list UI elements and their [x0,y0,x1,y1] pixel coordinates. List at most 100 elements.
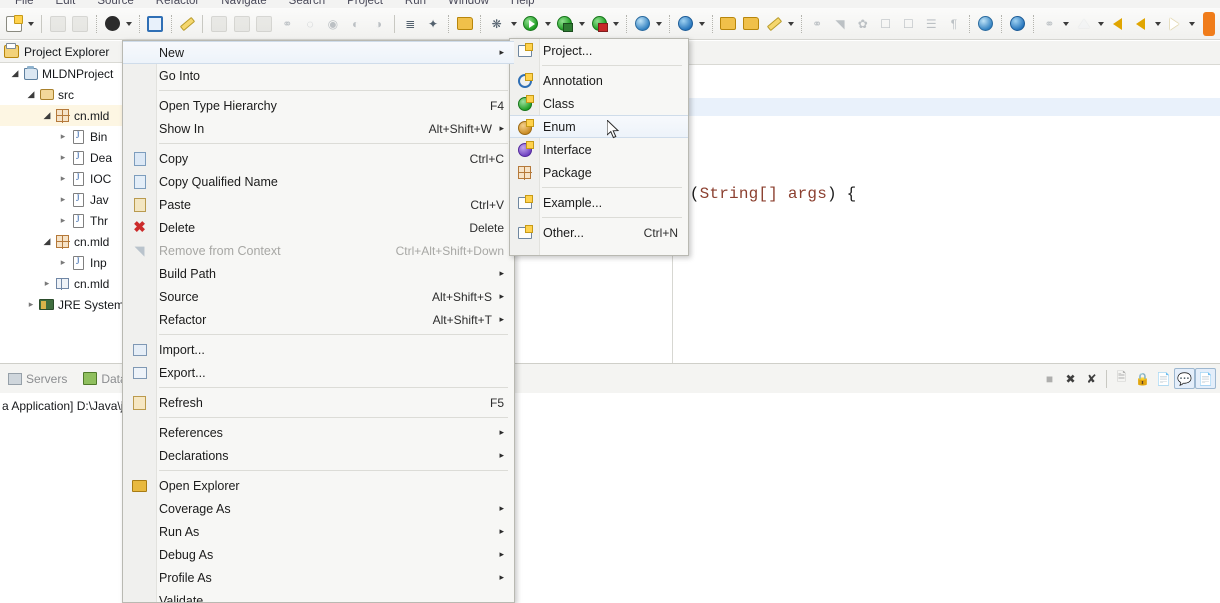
menu-item-refactor[interactable]: Refactor Alt+Shift+T ▸ [123,308,514,331]
pencil-icon[interactable] [764,13,785,35]
menubar-item-navigate[interactable]: Navigate [210,0,277,7]
remove-launch-icon[interactable]: ✖ [1060,368,1081,389]
menu-item-source[interactable]: Source Alt+Shift+S ▸ [123,285,514,308]
open-type-icon[interactable] [718,13,739,35]
menu-item-import[interactable]: Import... [123,338,514,361]
terminate-icon[interactable] [254,13,275,35]
up-arrow-icon[interactable] [1073,13,1094,35]
run-last-tool-icon[interactable]: ≣ [400,13,421,35]
debug-icon[interactable]: ❋ [486,13,507,35]
previous-annotation-icon[interactable]: ☐ [898,13,919,35]
save-doc-icon[interactable] [454,13,475,35]
search-icon[interactable] [675,13,696,35]
menubar-item-source[interactable]: Source [86,0,144,7]
menu-item-declarations[interactable]: Declarations ▸ [123,444,514,467]
tree-twisty-closed-icon[interactable] [40,278,54,289]
globe-icon[interactable] [975,13,996,35]
new-wizard-icon[interactable] [4,13,25,35]
menu-item-new[interactable]: New ▸ [123,41,514,64]
tree-twisty-open-icon[interactable] [40,236,54,247]
menu-item-refresh[interactable]: Refresh F5 [123,391,514,414]
menu-bar[interactable]: File Edit Source Refactor Navigate Search Proj… [0,0,1220,8]
show-console-on-output-icon[interactable]: 📄 [1153,368,1174,389]
menu-item-copy[interactable]: Copy Ctrl+C [123,147,514,170]
tree-twisty-closed-icon[interactable] [56,131,70,142]
back-arrow-icon[interactable] [1107,13,1128,35]
new-submenu[interactable]: Project... Annotation Class Enum Interface Pa… [509,38,689,256]
step-into-icon[interactable] [208,13,229,35]
next-annotation-icon[interactable]: ☐ [875,13,896,35]
menu-item-copy-qualified-name[interactable]: Copy Qualified Name [123,170,514,193]
clear-console-icon[interactable]: 🗎 [1111,368,1132,389]
menubar-item-refactor[interactable]: Refactor [145,0,210,7]
menu-item-debug-as[interactable]: Debug As ▸ [123,543,514,566]
tree-twisty-closed-icon[interactable] [56,215,70,226]
new-java-project-icon[interactable] [632,13,653,35]
menubar-item-edit[interactable]: Edit [45,0,87,7]
menubar-item-help[interactable]: Help [500,0,546,7]
menubar-item-run[interactable]: Run [394,0,437,7]
tree-twisty-open-icon[interactable] [8,68,22,79]
externaltools-icon[interactable]: ✦ [423,13,444,35]
console-toolbar[interactable]: ■ ✖ ✘ 🗎 🔒 📄 💬 📄 [1039,366,1216,391]
save-icon[interactable] [47,13,68,35]
forward-dropdown-icon[interactable] [1152,13,1163,35]
tree-twisty-closed-icon[interactable] [56,257,70,268]
main-toolbar[interactable]: ⚭ ◌ ◉ ◐ ◑ ≣ ✦ ❋ ⚭ ◥ ✿ ☐ ☐ ☰ ¶ ⚭ [0,8,1220,40]
console-tab-servers[interactable]: Servers [0,366,75,391]
skip-breakpoints-icon[interactable]: ◌ [300,13,321,35]
context-menu-items[interactable]: New ▸ Go Into Open Type Hierarchy F4 Show In A… [123,41,514,602]
bookmark-dropdown-icon[interactable] [1061,13,1072,35]
open-perspective-icon[interactable] [145,13,166,35]
menubar-item-file[interactable]: File [4,0,45,7]
debug-dropdown-icon[interactable] [508,13,519,35]
marker-icon[interactable]: ✿ [852,13,873,35]
menu-item-package[interactable]: Package [510,161,688,184]
menu-item-enum[interactable]: Enum [510,115,688,138]
next-dropdown-icon[interactable] [1186,13,1197,35]
menu-item-run-as[interactable]: Run As ▸ [123,520,514,543]
menubar-item-project[interactable]: Project [336,0,394,7]
perspective-bar[interactable] [1198,11,1219,36]
ruler-icon[interactable]: ◥ [830,13,851,35]
run-dropdown-icon[interactable] [542,13,553,35]
save-all-icon[interactable] [70,13,91,35]
menu-item-annotation[interactable]: Annotation [510,69,688,92]
profile-run-icon[interactable] [1007,13,1028,35]
remove-all-launches-icon[interactable]: ✘ [1081,368,1102,389]
menu-item-project[interactable]: Project... [510,39,688,62]
tree-twisty-closed-icon[interactable] [56,173,70,184]
context-menu[interactable]: New ▸ Go Into Open Type Hierarchy F4 Show In A… [122,40,515,603]
menu-item-go-into[interactable]: Go Into [123,64,514,87]
display-selected-console-icon[interactable]: 📄 [1195,368,1216,389]
disconnect-icon[interactable]: ◑ [368,13,389,35]
menu-item-coverage-as[interactable]: Coverage As ▸ [123,497,514,520]
breakpoint-icon[interactable]: ◉ [322,13,343,35]
search-dropdown-icon[interactable] [697,13,708,35]
new-submenu-items[interactable]: Project... Annotation Class Enum Interface Pa… [510,39,688,244]
tree-twisty-closed-icon[interactable] [56,194,70,205]
tree-twisty-open-icon[interactable] [40,110,54,121]
new-wizard-dropdown-icon[interactable] [26,13,37,35]
profile-icon[interactable] [589,13,610,35]
user-account-dropdown-icon[interactable] [124,13,135,35]
menubar-item-search[interactable]: Search [278,0,336,7]
menu-item-class[interactable]: Class [510,92,688,115]
annotation-icon[interactable]: ⚭ [807,13,828,35]
step-over-icon[interactable] [231,13,252,35]
tree-twisty-closed-icon[interactable] [56,152,70,163]
new-java-project-dropdown-icon[interactable] [654,13,665,35]
terminate-icon[interactable]: ■ [1039,368,1060,389]
menu-item-example[interactable]: Example... [510,191,688,214]
pencil-dropdown-icon[interactable] [785,13,796,35]
paragraph-icon[interactable]: ¶ [944,13,965,35]
coverage-icon[interactable] [555,13,576,35]
coverage-dropdown-icon[interactable] [576,13,587,35]
menu-item-show-in[interactable]: Show In Alt+Shift+W ▸ [123,117,514,140]
menu-item-references[interactable]: References ▸ [123,421,514,444]
menu-item-open-explorer[interactable]: Open Explorer [123,474,514,497]
forward-arrow-icon[interactable] [1130,13,1151,35]
branch-icon[interactable]: ⚭ [277,13,298,35]
run-icon[interactable] [520,13,541,35]
pen-icon[interactable] [177,13,198,35]
